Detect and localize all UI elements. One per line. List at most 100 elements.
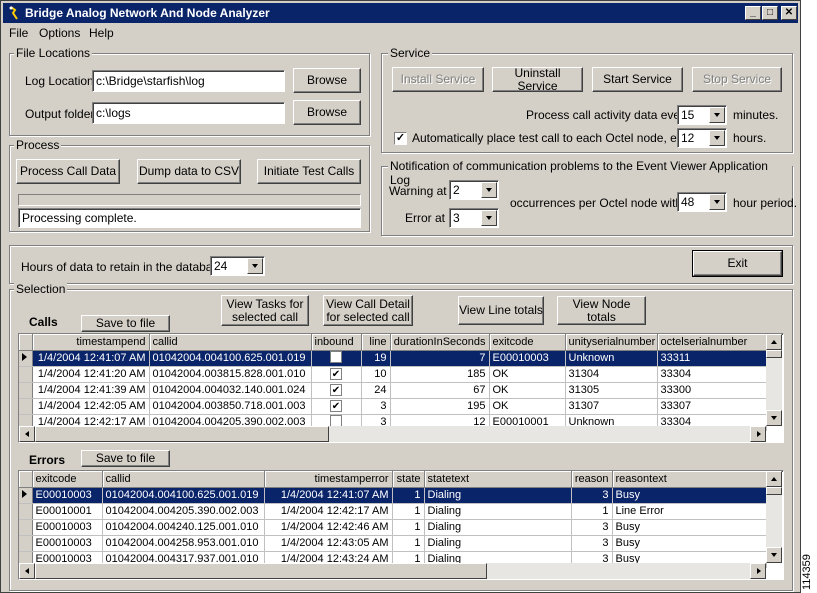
column-header[interactable]: exitcode (489, 334, 566, 351)
table-cell[interactable]: Busy (612, 535, 767, 552)
errors-vertical-scrollbar[interactable] (766, 471, 782, 563)
scroll-up-icon[interactable] (766, 471, 782, 487)
table-cell[interactable]: 01042004.004032.140.001.024 (149, 382, 312, 399)
table-cell[interactable]: 3 (571, 535, 613, 552)
view-call-detail-button[interactable]: View Call Detail for selected call (323, 295, 413, 326)
menu-options[interactable]: Options (39, 26, 80, 40)
retention-select[interactable]: 24 (210, 256, 265, 276)
process-interval-select[interactable]: 15 (677, 105, 727, 125)
table-cell[interactable]: Unknown (565, 350, 658, 367)
errors-save-button[interactable]: Save to file (81, 450, 170, 467)
column-header[interactable]: state (392, 471, 425, 488)
maximize-button[interactable]: □ (762, 6, 778, 20)
log-location-input[interactable]: c:\Bridge\starfish\log (92, 70, 285, 92)
column-header[interactable]: line (361, 334, 391, 351)
scroll-right-icon[interactable] (750, 563, 766, 579)
row-indicator[interactable] (19, 382, 33, 399)
table-cell[interactable]: 33304 (657, 366, 767, 383)
table-cell[interactable]: 10 (361, 366, 391, 383)
table-cell[interactable]: 19 (361, 350, 391, 367)
column-header[interactable]: timestamperror (264, 471, 393, 488)
warning-threshold-select[interactable]: 2 (449, 180, 499, 200)
scroll-thumb[interactable] (35, 563, 487, 579)
row-indicator[interactable] (19, 350, 33, 367)
table-row[interactable]: 1/4/2004 12:41:07 AM 01042004.004100.625.… (19, 350, 767, 367)
table-cell[interactable]: 1 (392, 487, 425, 504)
column-header[interactable]: reasontext (612, 471, 767, 488)
table-cell[interactable]: Busy (612, 487, 767, 504)
table-cell[interactable]: 31304 (565, 366, 658, 383)
title-bar[interactable]: Bridge Analog Network And Node Analyzer … (3, 3, 798, 23)
table-cell[interactable]: OK (489, 382, 566, 399)
table-cell[interactable]: 1/4/2004 12:42:46 AM (264, 519, 393, 536)
inbound-checkbox[interactable]: ✔ (330, 368, 342, 380)
error-threshold-select[interactable]: 3 (449, 208, 499, 228)
table-cell[interactable] (311, 350, 362, 367)
scroll-left-icon[interactable] (19, 426, 35, 442)
menu-help[interactable]: Help (89, 26, 114, 40)
chevron-down-icon[interactable] (481, 182, 497, 198)
row-indicator[interactable] (19, 503, 33, 520)
table-cell[interactable]: E00010003 (32, 519, 103, 536)
column-header[interactable]: exitcode (32, 471, 103, 488)
table-cell[interactable]: 01042004.004205.390.002.003 (102, 503, 265, 520)
table-cell[interactable]: E00010003 (32, 487, 103, 504)
scroll-up-icon[interactable] (766, 334, 782, 350)
table-cell[interactable]: 3 (571, 519, 613, 536)
inbound-checkbox[interactable]: ✔ (330, 384, 342, 396)
table-cell[interactable]: 24 (361, 382, 391, 399)
uninstall-service-button[interactable]: Uninstall Service (492, 66, 583, 92)
table-cell[interactable]: 33307 (657, 398, 767, 415)
scroll-thumb[interactable] (766, 487, 782, 495)
scroll-down-icon[interactable] (766, 547, 782, 563)
scroll-left-icon[interactable] (19, 563, 35, 579)
scroll-thumb[interactable] (35, 426, 329, 442)
table-cell[interactable]: ✔ (311, 366, 362, 383)
table-cell[interactable]: 1/4/2004 12:41:20 AM (32, 366, 150, 383)
inbound-checkbox[interactable] (330, 350, 342, 363)
table-cell[interactable]: 01042004.003815.828.001.010 (149, 366, 312, 383)
table-row[interactable]: 1/4/2004 12:42:05 AM 01042004.003850.718.… (19, 398, 767, 415)
output-folder-input[interactable]: c:\logs (92, 102, 285, 124)
start-service-button[interactable]: Start Service (592, 67, 683, 92)
column-header[interactable]: durationInSeconds (390, 334, 490, 351)
table-cell[interactable]: Dialing (424, 487, 572, 504)
table-row[interactable]: E00010001 01042004.004205.390.002.003 1/4/… (19, 503, 767, 520)
scroll-down-icon[interactable] (766, 410, 782, 426)
minimize-button[interactable]: _ (745, 6, 761, 20)
inbound-checkbox[interactable]: ✔ (330, 400, 342, 412)
table-cell[interactable]: 185 (390, 366, 490, 383)
scroll-thumb[interactable] (766, 350, 782, 358)
column-header[interactable]: reason (571, 471, 613, 488)
table-cell[interactable]: E00010003 (489, 350, 566, 367)
initiate-test-calls-button[interactable]: Initiate Test Calls (257, 159, 361, 184)
table-row[interactable]: 1/4/2004 12:41:20 AM 01042004.003815.828.… (19, 366, 767, 383)
table-cell[interactable]: Dialing (424, 503, 572, 520)
table-cell[interactable]: 1/4/2004 12:42:17 AM (264, 503, 393, 520)
table-cell[interactable]: 01042004.004258.953.001.010 (102, 535, 265, 552)
exit-button[interactable]: Exit (692, 250, 783, 277)
table-cell[interactable]: 1 (392, 503, 425, 520)
row-indicator[interactable] (19, 519, 33, 536)
table-cell[interactable]: 31307 (565, 398, 658, 415)
table-cell[interactable]: 1/4/2004 12:43:05 AM (264, 535, 393, 552)
row-indicator[interactable] (19, 535, 33, 552)
table-cell[interactable]: 195 (390, 398, 490, 415)
table-row[interactable]: E00010003 01042004.004100.625.001.019 1/4/… (19, 487, 767, 504)
table-cell[interactable]: Busy (612, 519, 767, 536)
table-row[interactable]: E00010003 01042004.004258.953.001.010 1/4/… (19, 535, 767, 552)
column-header[interactable]: callid (102, 471, 265, 488)
table-cell[interactable]: 1 (392, 535, 425, 552)
table-cell[interactable]: Dialing (424, 519, 572, 536)
table-cell[interactable]: 67 (390, 382, 490, 399)
hour-period-select[interactable]: 48 (677, 192, 727, 212)
chevron-down-icon[interactable] (481, 210, 497, 226)
process-call-data-button[interactable]: Process Call Data (16, 159, 120, 184)
errors-horizontal-scrollbar[interactable] (19, 563, 766, 579)
column-header[interactable]: timestampend (32, 334, 150, 351)
table-cell[interactable]: 3 (571, 487, 613, 504)
calls-horizontal-scrollbar[interactable] (19, 426, 766, 442)
install-service-button[interactable]: Install Service (392, 67, 484, 92)
table-cell[interactable]: 1/4/2004 12:41:07 AM (32, 350, 150, 367)
table-cell[interactable]: 1/4/2004 12:41:39 AM (32, 382, 150, 399)
